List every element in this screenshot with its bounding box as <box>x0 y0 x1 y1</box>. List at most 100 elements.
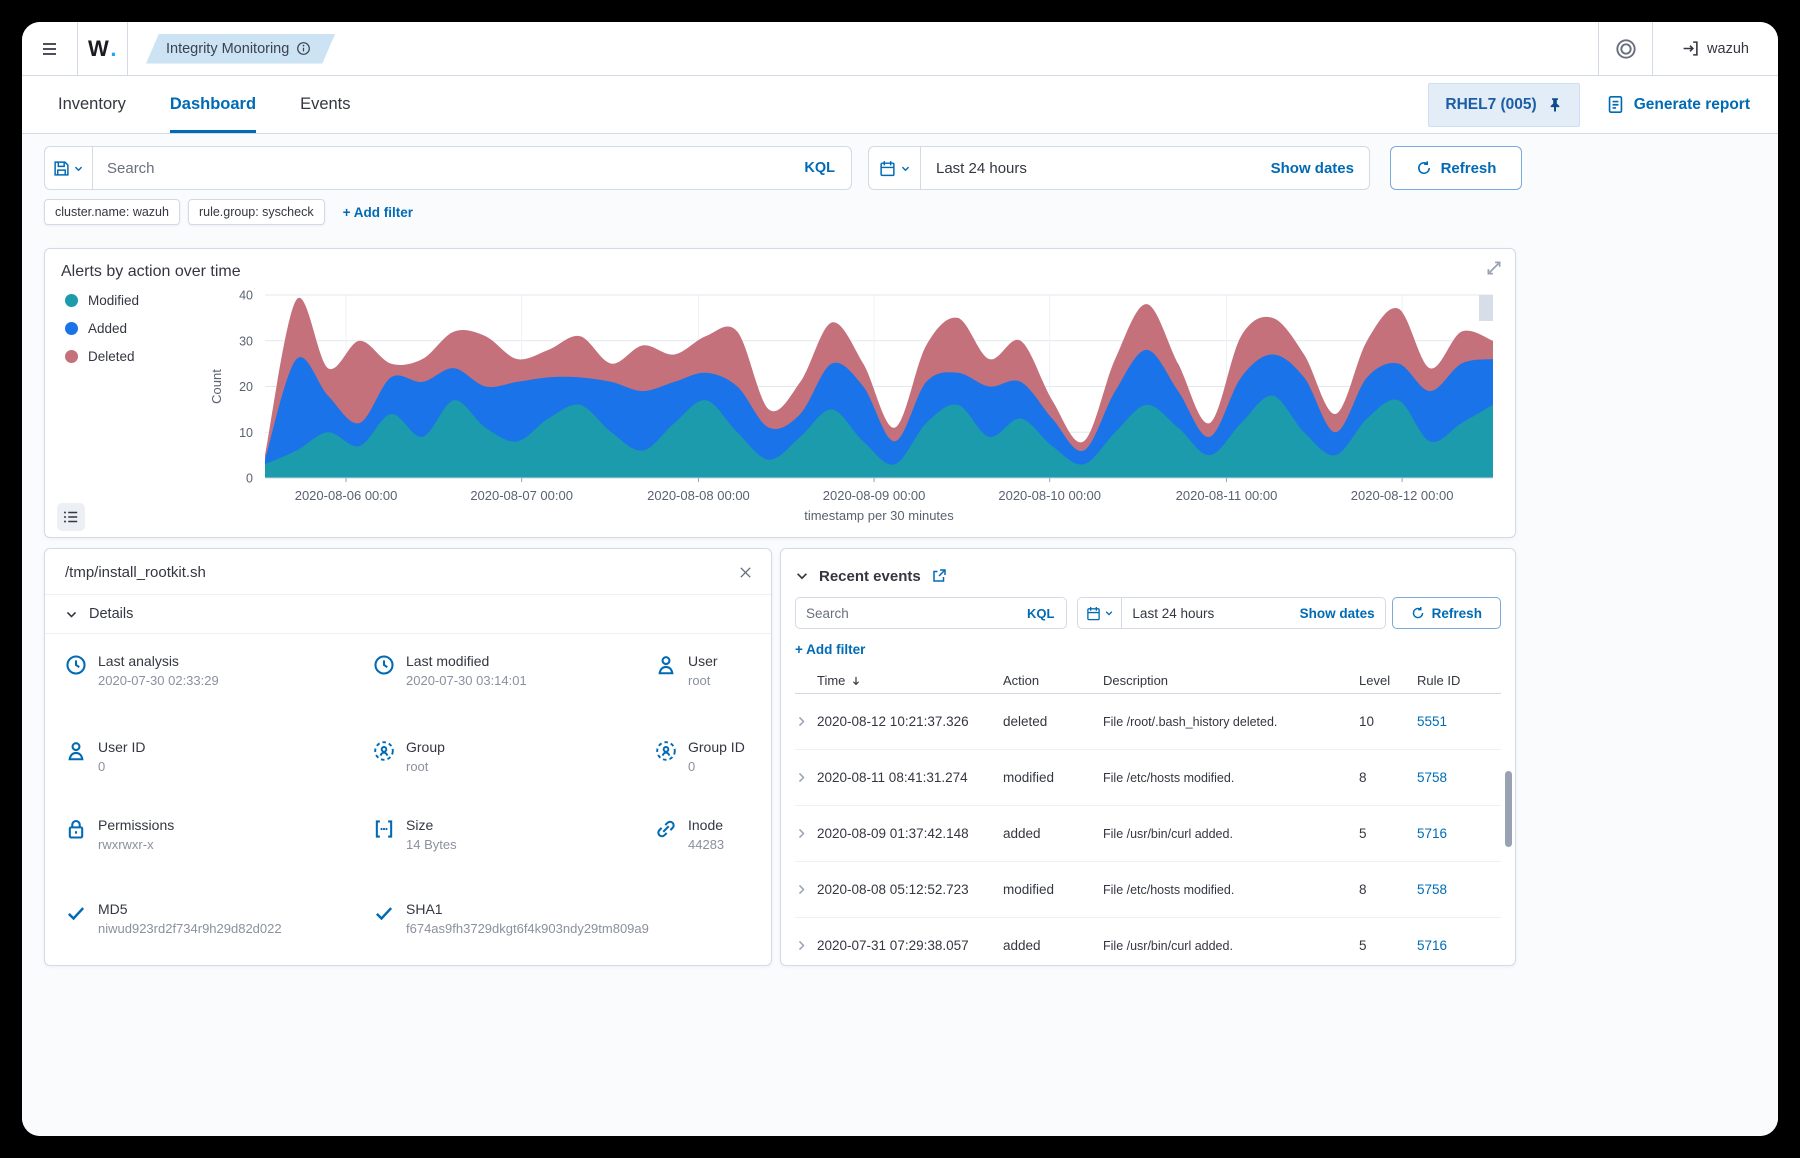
refresh-label: Refresh <box>1432 606 1482 621</box>
sort-down-icon <box>850 675 862 687</box>
table-row[interactable]: 2020-08-09 01:37:42.148 added File /usr/… <box>795 806 1501 862</box>
column-action[interactable]: Action <box>1003 673 1103 688</box>
svg-text:2020-08-09 00:00: 2020-08-09 00:00 <box>823 488 926 503</box>
svg-text:2020-08-06 00:00: 2020-08-06 00:00 <box>295 488 398 503</box>
svg-text:timestamp per 30 minutes: timestamp per 30 minutes <box>804 508 954 523</box>
row-expand-icon[interactable] <box>795 939 808 952</box>
table-row[interactable]: 2020-08-11 08:41:31.274 modified File /e… <box>795 750 1501 806</box>
check-icon <box>65 902 87 924</box>
tab-bar: Inventory Dashboard Events RHEL7 (005) G… <box>22 76 1778 134</box>
show-dates-link[interactable]: Show dates <box>1271 160 1369 177</box>
row-expand-icon[interactable] <box>795 827 808 840</box>
date-picker: Last 24 hours Show dates <box>868 146 1370 190</box>
field-sha1: SHA1f674as9fh3729dkgt6f4k903ndy29tm809a9 <box>373 901 649 936</box>
table-row[interactable]: 2020-08-12 10:21:37.326 deleted File /ro… <box>795 694 1501 750</box>
rule-id-link[interactable]: 5716 <box>1411 826 1501 841</box>
refresh-button[interactable]: Refresh <box>1392 597 1501 629</box>
user-icon <box>65 740 87 762</box>
file-details-card: /tmp/install_rootkit.sh Details Last ana… <box>44 548 772 966</box>
field-last-analysis: Last analysis2020-07-30 02:33:29 <box>65 653 219 688</box>
saved-query-button[interactable] <box>45 147 93 189</box>
clock-icon <box>65 654 87 676</box>
chevron-down-icon <box>65 608 78 621</box>
row-expand-icon[interactable] <box>795 883 808 896</box>
events-table-header: Time Action Description Level Rule ID <box>795 668 1501 694</box>
page-content: KQL Last 24 hours Show dates Refresh <box>22 134 1778 1136</box>
menu-button[interactable] <box>22 22 78 75</box>
filter-pill[interactable]: rule.group: syscheck <box>188 199 325 225</box>
chevron-down-icon <box>795 569 809 583</box>
filter-bar: cluster.name: wazuh rule.group: syscheck… <box>44 198 1522 226</box>
field-md5: MD5niwud923rd2f734r9h29d82d022 <box>65 901 282 936</box>
svg-text:10: 10 <box>239 426 253 440</box>
rule-id-link[interactable]: 5551 <box>1411 714 1501 729</box>
logo-text: W <box>88 36 109 62</box>
external-link-icon[interactable] <box>931 568 947 584</box>
tab-events[interactable]: Events <box>300 76 350 133</box>
row-expand-icon[interactable] <box>795 715 808 728</box>
rule-id-link[interactable]: 5758 <box>1411 882 1501 897</box>
column-description[interactable]: Description <box>1103 673 1353 688</box>
details-accordion[interactable]: Details <box>45 595 771 634</box>
wazuh-logo[interactable]: W. <box>78 22 128 75</box>
refresh-icon <box>1416 160 1432 176</box>
rule-id-link[interactable]: 5758 <box>1411 770 1501 785</box>
column-level[interactable]: Level <box>1353 673 1411 688</box>
spaces-button[interactable] <box>1598 22 1652 75</box>
link-icon <box>655 818 677 840</box>
svg-text:40: 40 <box>239 289 253 303</box>
chart-list-button[interactable] <box>57 503 85 531</box>
group-icon <box>655 740 677 762</box>
add-filter-link[interactable]: + Add filter <box>795 642 865 657</box>
calendar-button[interactable] <box>869 147 921 189</box>
logo-dot: . <box>110 36 117 62</box>
column-time[interactable]: Time <box>817 673 1003 688</box>
legend-item-modified[interactable]: Modified <box>65 293 139 308</box>
field-last-modified: Last modified2020-07-30 03:14:01 <box>373 653 527 688</box>
time-range-value[interactable]: Last 24 hours <box>921 160 1027 177</box>
generate-report-label: Generate report <box>1634 96 1750 114</box>
table-row[interactable]: 2020-08-08 05:12:52.723 modified File /e… <box>795 862 1501 918</box>
svg-text:2020-08-10 00:00: 2020-08-10 00:00 <box>998 488 1101 503</box>
recent-events-date-picker: Last 24 hours Show dates <box>1077 597 1385 629</box>
svg-text:20: 20 <box>239 380 253 394</box>
calendar-icon <box>879 160 896 177</box>
table-row[interactable]: 2020-07-31 07:29:38.057 added File /usr/… <box>795 918 1501 966</box>
lock-icon <box>65 818 87 840</box>
logout-button[interactable]: wazuh <box>1652 22 1778 75</box>
close-icon[interactable] <box>738 565 753 580</box>
show-dates-link[interactable]: Show dates <box>1300 606 1385 621</box>
tab-inventory[interactable]: Inventory <box>58 76 126 133</box>
events-table: Time Action Description Level Rule ID 20… <box>795 668 1501 966</box>
pinned-agent-button[interactable]: RHEL7 (005) <box>1428 83 1579 127</box>
kql-button[interactable]: KQL <box>788 160 851 176</box>
time-range-value[interactable]: Last 24 hours <box>1122 606 1214 621</box>
refresh-icon <box>1411 606 1425 620</box>
recent-events-search: KQL <box>795 597 1067 629</box>
add-filter-link[interactable]: + Add filter <box>343 205 413 220</box>
file-path: /tmp/install_rootkit.sh <box>65 564 206 581</box>
row-expand-icon[interactable] <box>795 771 808 784</box>
clock-icon <box>373 654 395 676</box>
legend-item-deleted[interactable]: Deleted <box>65 349 139 364</box>
recent-events-header[interactable]: Recent events <box>795 561 1501 591</box>
scrollbar-thumb[interactable] <box>1505 771 1512 847</box>
legend-item-added[interactable]: Added <box>65 321 139 336</box>
tab-dashboard[interactable]: Dashboard <box>170 76 256 133</box>
search-input[interactable] <box>93 160 788 177</box>
breadcrumb[interactable]: Integrity Monitoring <box>146 34 335 64</box>
chart-legend: Modified Added Deleted <box>65 293 139 377</box>
kql-button[interactable]: KQL <box>1015 606 1066 621</box>
pin-icon <box>1547 97 1563 113</box>
generate-report-button[interactable]: Generate report <box>1606 95 1750 114</box>
column-rule-id[interactable]: Rule ID <box>1411 673 1501 688</box>
filter-pill[interactable]: cluster.name: wazuh <box>44 199 180 225</box>
recent-events-search-input[interactable] <box>796 606 1015 621</box>
rule-id-link[interactable]: 5716 <box>1411 938 1501 953</box>
svg-text:0: 0 <box>246 472 253 486</box>
refresh-button[interactable]: Refresh <box>1390 146 1522 190</box>
tabbar-right: RHEL7 (005) Generate report <box>1428 83 1750 127</box>
calendar-button[interactable] <box>1078 598 1122 628</box>
check-icon <box>373 902 395 924</box>
expand-icon[interactable] <box>1485 259 1503 277</box>
